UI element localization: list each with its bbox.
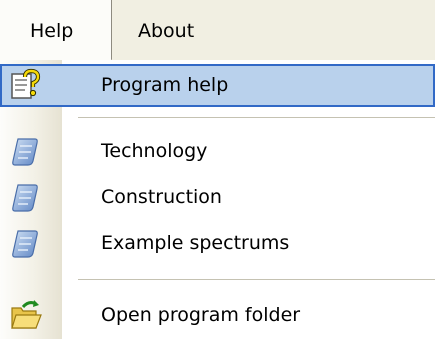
menu-item-label: Program help xyxy=(101,74,229,96)
menu-about-label: About xyxy=(138,20,195,42)
separator xyxy=(78,117,435,118)
menu-item-label: Construction xyxy=(101,186,222,208)
menu-item-label: Technology xyxy=(101,140,208,162)
menu-item-construction[interactable]: Construction xyxy=(0,176,435,220)
menu-help[interactable]: Help xyxy=(0,0,112,61)
menu-item-example-spectrums[interactable]: Example spectrums xyxy=(0,222,435,266)
menu-bar: Help About xyxy=(0,0,435,61)
menu-about[interactable]: About xyxy=(138,0,194,60)
scroll-icon xyxy=(9,135,43,169)
help-dropdown-menu: Program help Technology Construction Exa… xyxy=(0,60,435,339)
help-document-icon xyxy=(8,68,42,102)
menu-item-label: Open program folder xyxy=(101,304,301,326)
open-folder-icon xyxy=(9,298,43,332)
scroll-icon xyxy=(9,227,43,261)
separator xyxy=(78,279,435,280)
scroll-icon xyxy=(9,181,43,215)
menu-item-technology[interactable]: Technology xyxy=(0,130,435,174)
menu-item-open-program-folder[interactable]: Open program folder xyxy=(0,292,435,338)
menu-item-program-help[interactable]: Program help xyxy=(0,64,435,107)
menu-help-label: Help xyxy=(30,20,74,42)
menu-item-label: Example spectrums xyxy=(101,232,290,254)
